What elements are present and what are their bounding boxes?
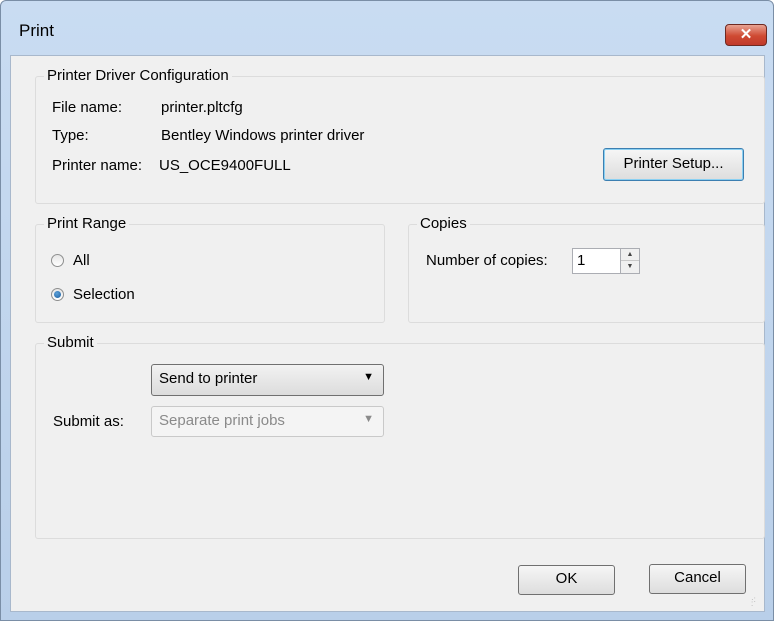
radio-all-label[interactable]: All (73, 252, 90, 270)
print-range-legend: Print Range (44, 215, 130, 233)
print-dialog: Print ✕ Printer Driver Configuration Fil… (0, 0, 774, 621)
copies-legend: Copies (417, 215, 470, 233)
file-name-value: printer.pltcfg (161, 99, 243, 116)
radio-selection[interactable] (51, 288, 64, 301)
submit-legend: Submit (44, 334, 97, 352)
file-name-label: File name: (52, 99, 123, 116)
submit-as-value: Separate print jobs (159, 412, 285, 429)
radio-all[interactable] (51, 254, 64, 267)
type-value: Bentley Windows printer driver (161, 127, 365, 144)
submit-group: Submit Send to printer ▼ Submit as: Sepa… (35, 334, 765, 539)
cancel-button[interactable]: Cancel (649, 564, 746, 594)
radio-selection-label[interactable]: Selection (73, 286, 135, 304)
destination-value: Send to printer (159, 370, 258, 387)
printer-driver-config-legend: Printer Driver Configuration (44, 67, 232, 85)
copies-label: Number of copies: (426, 252, 548, 269)
destination-dropdown[interactable]: Send to printer ▼ (151, 364, 384, 396)
copies-stepper[interactable]: 1 ▲ ▼ (572, 248, 640, 274)
printer-name-label: Printer name: (52, 157, 143, 174)
resize-grip-icon[interactable]: ·:: (751, 596, 761, 608)
dialog-body: Printer Driver Configuration File name: … (10, 55, 765, 612)
title-bar[interactable]: Print ✕ (1, 1, 773, 57)
spin-down-icon[interactable]: ▼ (621, 261, 639, 273)
dropdown-arrow-icon: ▼ (363, 413, 374, 425)
printer-driver-config-group: Printer Driver Configuration File name: … (35, 67, 765, 204)
type-label: Type: (52, 127, 89, 144)
dropdown-arrow-icon: ▼ (363, 371, 374, 383)
close-button[interactable]: ✕ (725, 24, 767, 46)
submit-as-dropdown[interactable]: Separate print jobs ▼ (151, 406, 384, 437)
copies-group: Copies Number of copies: 1 ▲ ▼ (408, 215, 765, 323)
printer-setup-button[interactable]: Printer Setup... (603, 148, 744, 181)
ok-button[interactable]: OK (518, 565, 615, 595)
submit-as-label: Submit as: (53, 413, 124, 430)
dialog-title: Print (19, 21, 54, 40)
copies-spin-buttons[interactable]: ▲ ▼ (620, 249, 639, 273)
printer-name-value: US_OCE9400FULL (159, 157, 291, 174)
close-icon: ✕ (739, 26, 753, 43)
print-range-group: Print Range All Selection (35, 215, 385, 323)
copies-value[interactable]: 1 (577, 252, 585, 270)
spin-up-icon[interactable]: ▲ (621, 249, 639, 261)
